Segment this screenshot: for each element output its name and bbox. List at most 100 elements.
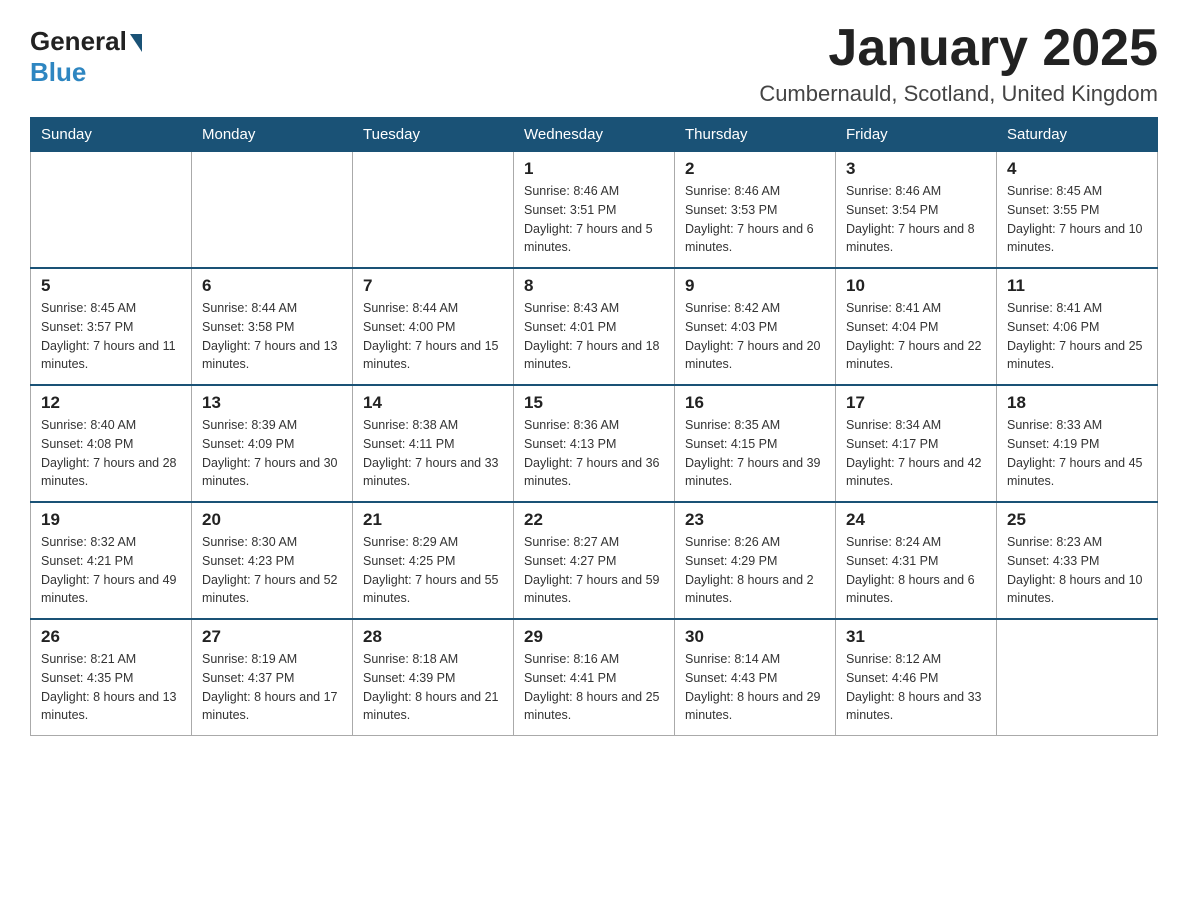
calendar-week-row: 12 Sunrise: 8:40 AM Sunset: 4:08 PM Dayli…: [31, 385, 1158, 502]
logo-general-text: General: [30, 26, 127, 57]
calendar-cell: 4Sunrise: 8:45 AM Sunset: 3:55 PM Daylig…: [997, 152, 1158, 269]
day-info: Sunrise: 8:32 AM Sunset: 4:21 PM Dayligh…: [41, 533, 181, 608]
day-number: 14: [363, 393, 503, 413]
calendar-cell: [31, 152, 192, 269]
day-info: Sunrise: 8:41 AM Sunset: 4:04 PM Dayligh…: [846, 299, 986, 374]
calendar-cell: [997, 619, 1158, 736]
day-number: 27: [202, 627, 342, 647]
day-info: Sunrise: 8:19 AM Sunset: 4:37 PM Dayligh…: [202, 650, 342, 725]
day-number: 26: [41, 627, 181, 647]
weekday-header-thursday: Thursday: [675, 118, 836, 152]
calendar-cell: 29Sunrise: 8:16 AM Sunset: 4:41 PM Dayli…: [514, 619, 675, 736]
day-info: Sunrise: 8:46 AM Sunset: 3:54 PM Dayligh…: [846, 182, 986, 257]
day-info: Sunrise: 8:42 AM Sunset: 4:03 PM Dayligh…: [685, 299, 825, 374]
day-number: 31: [846, 627, 986, 647]
day-number: 30: [685, 627, 825, 647]
calendar-cell: 28 Sunrise: 8:18 AM Sunset: 4:39 PM Dayli…: [353, 619, 514, 736]
weekday-header-sunday: Sunday: [31, 118, 192, 152]
page-header: General Blue January 2025 Cumbernauld, S…: [30, 20, 1158, 107]
day-number: 2: [685, 159, 825, 179]
weekday-header-row: SundayMondayTuesdayWednesdayThursdayFrid…: [31, 118, 1158, 152]
day-number: 19: [41, 510, 181, 530]
calendar-cell: 16 Sunrise: 8:35 AM Sunset: 4:15 PM Dayli…: [675, 385, 836, 502]
logo-general: General: [30, 26, 142, 57]
day-info: Sunrise: 8:38 AM Sunset: 4:11 PM Dayligh…: [363, 416, 503, 491]
calendar-cell: 23Sunrise: 8:26 AM Sunset: 4:29 PM Dayli…: [675, 502, 836, 619]
day-info: Sunrise: 8:18 AM Sunset: 4:39 PM Dayligh…: [363, 650, 503, 725]
day-info: Sunrise: 8:27 AM Sunset: 4:27 PM Dayligh…: [524, 533, 664, 608]
day-info: Sunrise: 8:43 AM Sunset: 4:01 PM Dayligh…: [524, 299, 664, 374]
day-info: Sunrise: 8:12 AM Sunset: 4:46 PM Dayligh…: [846, 650, 986, 725]
calendar-cell: 25 Sunrise: 8:23 AM Sunset: 4:33 PM Dayli…: [997, 502, 1158, 619]
day-number: 25: [1007, 510, 1147, 530]
day-info: Sunrise: 8:30 AM Sunset: 4:23 PM Dayligh…: [202, 533, 342, 608]
calendar-week-row: 5 Sunrise: 8:45 AM Sunset: 3:57 PM Daylig…: [31, 268, 1158, 385]
day-info: Sunrise: 8:29 AM Sunset: 4:25 PM Dayligh…: [363, 533, 503, 608]
day-number: 5: [41, 276, 181, 296]
logo-triangle-icon: [130, 34, 142, 52]
calendar-cell: 6 Sunrise: 8:44 AM Sunset: 3:58 PM Daylig…: [192, 268, 353, 385]
day-info: Sunrise: 8:45 AM Sunset: 3:55 PM Dayligh…: [1007, 182, 1147, 257]
day-info: Sunrise: 8:41 AM Sunset: 4:06 PM Dayligh…: [1007, 299, 1147, 374]
day-info: Sunrise: 8:45 AM Sunset: 3:57 PM Dayligh…: [41, 299, 181, 374]
day-info: Sunrise: 8:14 AM Sunset: 4:43 PM Dayligh…: [685, 650, 825, 725]
day-info: Sunrise: 8:16 AM Sunset: 4:41 PM Dayligh…: [524, 650, 664, 725]
day-info: Sunrise: 8:40 AM Sunset: 4:08 PM Dayligh…: [41, 416, 181, 491]
day-info: Sunrise: 8:35 AM Sunset: 4:15 PM Dayligh…: [685, 416, 825, 491]
calendar-cell: 5 Sunrise: 8:45 AM Sunset: 3:57 PM Daylig…: [31, 268, 192, 385]
calendar-cell: 9Sunrise: 8:42 AM Sunset: 4:03 PM Daylig…: [675, 268, 836, 385]
day-number: 7: [363, 276, 503, 296]
calendar-cell: 27 Sunrise: 8:19 AM Sunset: 4:37 PM Dayli…: [192, 619, 353, 736]
calendar-cell: [192, 152, 353, 269]
month-title: January 2025: [759, 20, 1158, 77]
day-info: Sunrise: 8:34 AM Sunset: 4:17 PM Dayligh…: [846, 416, 986, 491]
day-number: 22: [524, 510, 664, 530]
calendar-week-row: 1Sunrise: 8:46 AM Sunset: 3:51 PM Daylig…: [31, 152, 1158, 269]
weekday-header-wednesday: Wednesday: [514, 118, 675, 152]
day-info: Sunrise: 8:36 AM Sunset: 4:13 PM Dayligh…: [524, 416, 664, 491]
day-info: Sunrise: 8:26 AM Sunset: 4:29 PM Dayligh…: [685, 533, 825, 608]
calendar-table: SundayMondayTuesdayWednesdayThursdayFrid…: [30, 117, 1158, 736]
weekday-header-monday: Monday: [192, 118, 353, 152]
day-number: 8: [524, 276, 664, 296]
day-number: 28: [363, 627, 503, 647]
day-number: 12: [41, 393, 181, 413]
day-number: 20: [202, 510, 342, 530]
calendar-cell: 1Sunrise: 8:46 AM Sunset: 3:51 PM Daylig…: [514, 152, 675, 269]
logo-blue: Blue: [30, 57, 86, 88]
calendar-cell: 13 Sunrise: 8:39 AM Sunset: 4:09 PM Dayli…: [192, 385, 353, 502]
calendar-week-row: 19 Sunrise: 8:32 AM Sunset: 4:21 PM Dayli…: [31, 502, 1158, 619]
calendar-cell: 20 Sunrise: 8:30 AM Sunset: 4:23 PM Dayli…: [192, 502, 353, 619]
calendar-cell: 22 Sunrise: 8:27 AM Sunset: 4:27 PM Dayli…: [514, 502, 675, 619]
day-info: Sunrise: 8:23 AM Sunset: 4:33 PM Dayligh…: [1007, 533, 1147, 608]
day-number: 16: [685, 393, 825, 413]
logo: General Blue: [30, 20, 142, 88]
day-number: 17: [846, 393, 986, 413]
day-number: 13: [202, 393, 342, 413]
day-number: 1: [524, 159, 664, 179]
calendar-cell: 30 Sunrise: 8:14 AM Sunset: 4:43 PM Dayli…: [675, 619, 836, 736]
day-number: 21: [363, 510, 503, 530]
calendar-cell: 10 Sunrise: 8:41 AM Sunset: 4:04 PM Dayli…: [836, 268, 997, 385]
calendar-cell: 2 Sunrise: 8:46 AM Sunset: 3:53 PM Daylig…: [675, 152, 836, 269]
calendar-cell: 11Sunrise: 8:41 AM Sunset: 4:06 PM Dayli…: [997, 268, 1158, 385]
calendar-cell: 7Sunrise: 8:44 AM Sunset: 4:00 PM Daylig…: [353, 268, 514, 385]
day-number: 6: [202, 276, 342, 296]
calendar-cell: 21 Sunrise: 8:29 AM Sunset: 4:25 PM Dayli…: [353, 502, 514, 619]
day-info: Sunrise: 8:33 AM Sunset: 4:19 PM Dayligh…: [1007, 416, 1147, 491]
day-number: 3: [846, 159, 986, 179]
day-number: 10: [846, 276, 986, 296]
weekday-header-tuesday: Tuesday: [353, 118, 514, 152]
calendar-cell: 19 Sunrise: 8:32 AM Sunset: 4:21 PM Dayli…: [31, 502, 192, 619]
day-info: Sunrise: 8:24 AM Sunset: 4:31 PM Dayligh…: [846, 533, 986, 608]
day-number: 24: [846, 510, 986, 530]
calendar-cell: 3 Sunrise: 8:46 AM Sunset: 3:54 PM Daylig…: [836, 152, 997, 269]
day-info: Sunrise: 8:44 AM Sunset: 3:58 PM Dayligh…: [202, 299, 342, 374]
day-info: Sunrise: 8:46 AM Sunset: 3:53 PM Dayligh…: [685, 182, 825, 257]
weekday-header-saturday: Saturday: [997, 118, 1158, 152]
calendar-cell: 17 Sunrise: 8:34 AM Sunset: 4:17 PM Dayli…: [836, 385, 997, 502]
calendar-cell: [353, 152, 514, 269]
calendar-cell: 8 Sunrise: 8:43 AM Sunset: 4:01 PM Daylig…: [514, 268, 675, 385]
day-info: Sunrise: 8:21 AM Sunset: 4:35 PM Dayligh…: [41, 650, 181, 725]
day-info: Sunrise: 8:39 AM Sunset: 4:09 PM Dayligh…: [202, 416, 342, 491]
